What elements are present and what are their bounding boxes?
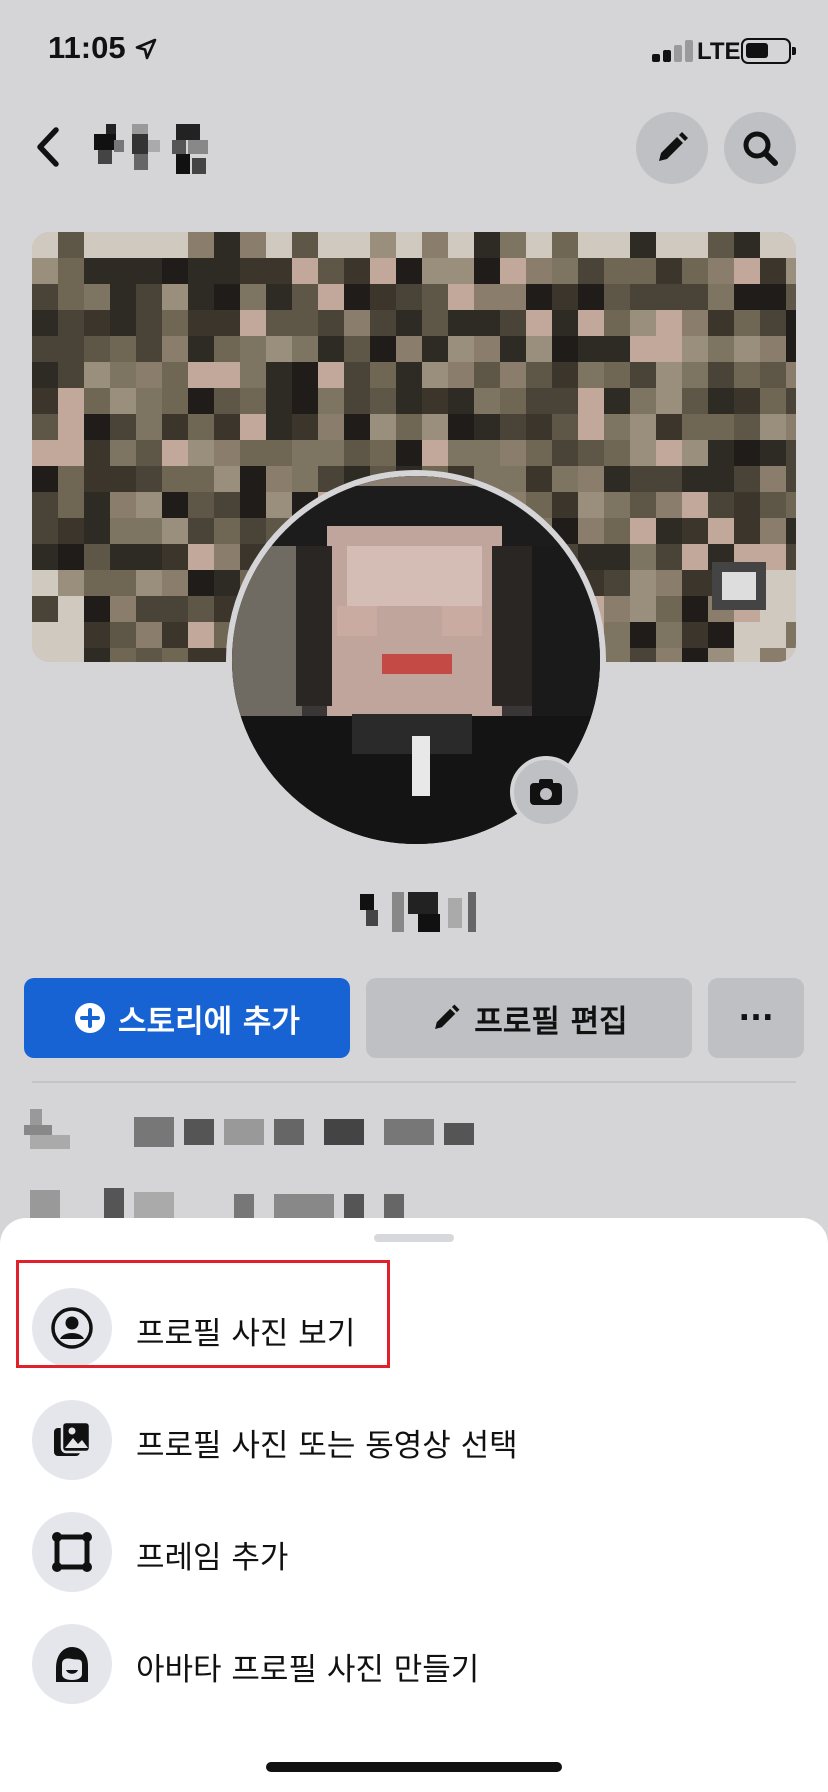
- edit-header-button[interactable]: [636, 112, 708, 184]
- profile-name-header-redacted: [94, 124, 208, 174]
- sheet-drag-handle[interactable]: [374, 1234, 454, 1242]
- network-type: LTE: [697, 38, 741, 65]
- home-indicator[interactable]: [266, 1762, 562, 1772]
- menu-label: 프로필 사진 보기: [136, 1316, 356, 1352]
- search-icon: [743, 131, 778, 166]
- menu-item-create-avatar-profile-picture[interactable]: 아바타 프로필 사진 만들기: [0, 1608, 828, 1718]
- menu-icon-container: [32, 1512, 112, 1592]
- battery-icon: [741, 38, 796, 64]
- more-icon: ···: [738, 1000, 774, 1036]
- menu-label: 아바타 프로필 사진 만들기: [136, 1652, 480, 1688]
- cellular-signal-icon: [652, 38, 696, 62]
- profile-picture-options-sheet: 프로필 사진 보기 프로필 사진 또는 동영상 선택 프레임 추가 아바타 프로…: [0, 1218, 828, 1792]
- edit-profile-button[interactable]: 프로필 편집: [366, 978, 692, 1058]
- add-to-story-button[interactable]: 스토리에 추가: [24, 978, 350, 1058]
- location-arrow-icon: [135, 38, 157, 60]
- back-button[interactable]: [28, 122, 68, 172]
- menu-item-add-frame[interactable]: 프레임 추가: [0, 1496, 828, 1606]
- camera-icon: [530, 779, 562, 805]
- facebook-profile-screen: 11:05 LTE 스토리에 추가 프로필 편집 ··· 프로필 사진 보기 프…: [0, 0, 828, 1792]
- menu-item-view-profile-picture[interactable]: 프로필 사진 보기: [0, 1272, 828, 1382]
- profile-circle-icon: [51, 1307, 93, 1349]
- search-header-button[interactable]: [724, 112, 796, 184]
- menu-icon-container: [32, 1400, 112, 1480]
- plus-circle-icon: [75, 1003, 106, 1033]
- menu-label: 프로필 사진 또는 동영상 선택: [136, 1428, 518, 1464]
- more-options-button[interactable]: ···: [708, 978, 804, 1058]
- profile-camera-button[interactable]: [510, 756, 582, 828]
- status-bar: 11:05 LTE: [0, 0, 828, 100]
- pencil-icon: [435, 1004, 460, 1029]
- frame-icon: [52, 1532, 92, 1572]
- photo-gallery-icon: [54, 1420, 92, 1456]
- menu-item-choose-photo-or-video[interactable]: 프로필 사진 또는 동영상 선택: [0, 1384, 828, 1494]
- status-time: 11:05: [48, 30, 126, 65]
- pencil-icon: [659, 132, 688, 161]
- profile-name-redacted: [360, 892, 476, 932]
- profile-info-row-redacted: [24, 1109, 474, 1149]
- menu-label: 프레임 추가: [136, 1540, 289, 1576]
- menu-icon-container: [32, 1288, 112, 1368]
- chevron-left-icon: [37, 127, 59, 167]
- menu-icon-container: [32, 1624, 112, 1704]
- avatar-icon: [56, 1647, 88, 1682]
- edit-profile-label: 프로필 편집: [474, 1003, 628, 1040]
- add-to-story-label: 스토리에 추가: [118, 1003, 300, 1040]
- divider: [32, 1081, 796, 1083]
